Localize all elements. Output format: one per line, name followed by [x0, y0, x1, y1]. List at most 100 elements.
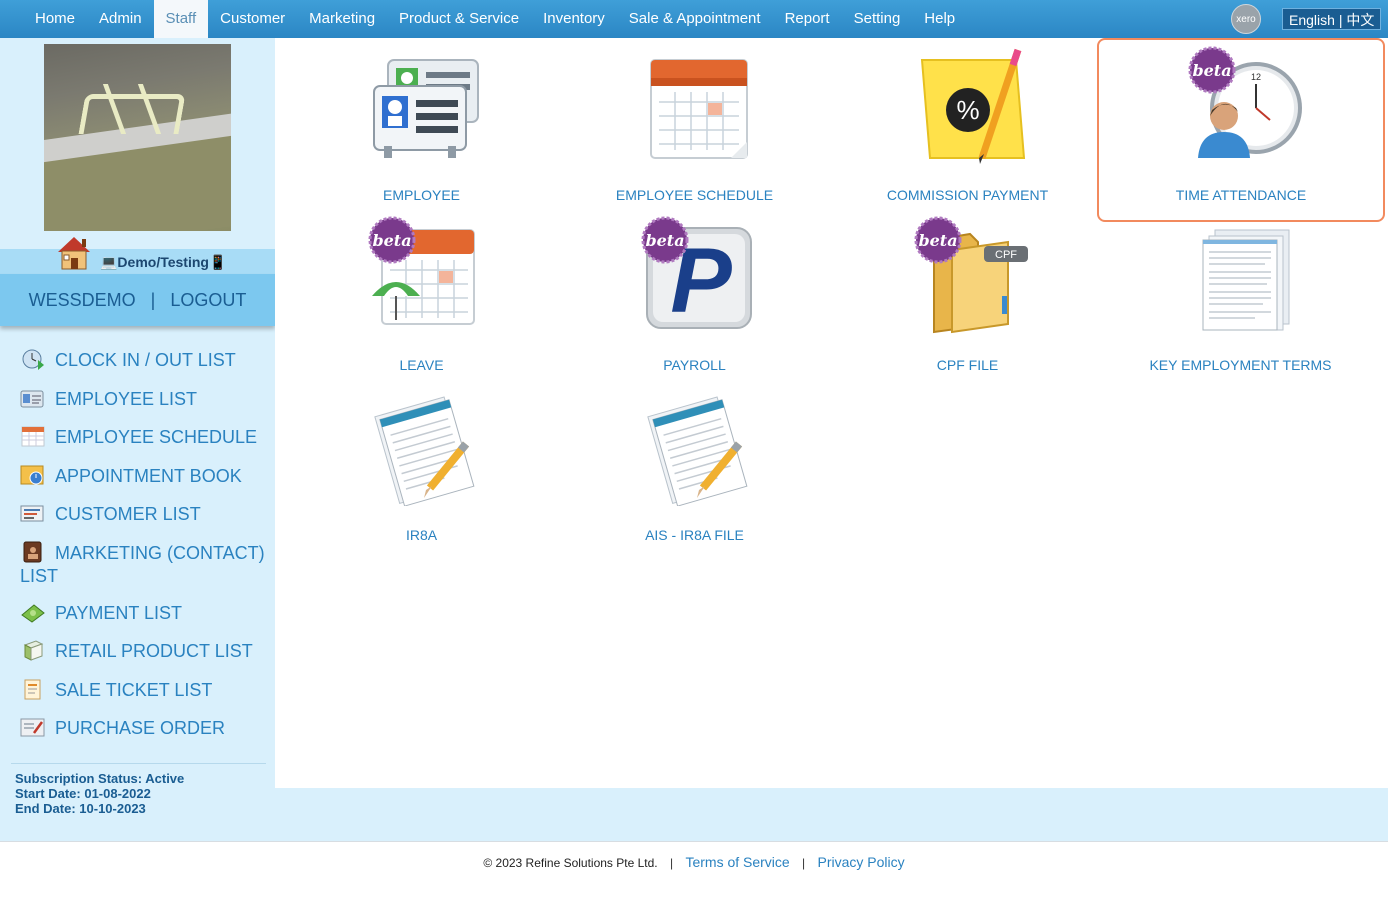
xero-icon[interactable]: xero	[1231, 4, 1261, 34]
tile-label: AIS - IR8A FILE	[645, 527, 744, 543]
clock-number: 12	[1251, 72, 1261, 82]
side-item-customer-list[interactable]: CUSTOMER LIST	[20, 502, 270, 526]
tile-cpf-file[interactable]: CPF beta CPF FILE	[831, 208, 1104, 378]
username-link[interactable]: WESSDEMO	[29, 290, 136, 310]
staff-side-menu: CLOCK IN / OUT LIST EMPLOYEE LIST EMPLOY…	[20, 348, 270, 755]
clock-in-icon	[22, 349, 44, 370]
appointment-book-icon	[20, 465, 44, 484]
payroll-p-icon: P beta	[641, 216, 752, 332]
money-icon	[21, 603, 45, 623]
tile-commission-payment[interactable]: % COMMISSION PAYMENT	[831, 38, 1104, 208]
cpf-glyph: CPF	[995, 249, 1017, 261]
terms-of-service-link[interactable]: Terms of Service	[685, 854, 789, 870]
side-item-label: EMPLOYEE SCHEDULE	[55, 427, 258, 447]
tile-leave[interactable]: beta LEAVE	[285, 208, 558, 378]
subscription-info: Subscription Status: Active Start Date: …	[15, 771, 184, 816]
beta-badge: beta	[372, 231, 411, 250]
document-stack-icon	[1202, 229, 1290, 331]
side-item-sale-ticket-list[interactable]: SALE TICKET LIST	[20, 678, 270, 702]
lang-separator: |	[1338, 12, 1343, 28]
tile-time-attendance[interactable]: 12 beta TIME ATTENDANCE	[1097, 38, 1385, 222]
tile-ais-ir8a-file[interactable]: AIS - IR8A FILE	[558, 378, 831, 548]
top-navigation: Home Admin Staff Customer Marketing Prod…	[0, 0, 1388, 38]
tile-employee-schedule[interactable]: EMPLOYEE SCHEDULE	[558, 38, 831, 208]
tile-employee[interactable]: EMPLOYEE	[285, 38, 558, 208]
side-item-label: CUSTOMER LIST	[55, 504, 201, 524]
nav-marketing[interactable]: Marketing	[297, 0, 387, 38]
nav-sale-appointment[interactable]: Sale & Appointment	[617, 0, 773, 38]
product-box-icon	[23, 640, 44, 661]
lang-chinese[interactable]: 中文	[1346, 12, 1374, 28]
nav-product-service[interactable]: Product & Service	[387, 0, 531, 38]
tile-label: LEAVE	[399, 357, 444, 373]
tile-payroll[interactable]: P beta PAYROLL	[558, 208, 831, 378]
side-item-marketing-contact-list[interactable]: MARKETING (CONTACT) LIST	[20, 541, 270, 588]
subscription-end-date: End Date: 10-10-2023	[15, 801, 146, 816]
sale-ticket-icon	[24, 679, 41, 699]
subscription-divider	[11, 763, 266, 764]
tile-label: COMMISSION PAYMENT	[886, 187, 1049, 203]
subscription-start-date: Start Date: 01-08-2022	[15, 786, 151, 801]
schedule-calendar-icon	[650, 59, 748, 159]
side-item-clock-in-out-list[interactable]: CLOCK IN / OUT LIST	[20, 348, 270, 372]
purchase-order-icon	[20, 718, 45, 737]
staff-modules-grid: EMPLOYEE EMPLOYEE SCHEDULE % COMMISSION …	[275, 38, 1388, 788]
tile-ir8a[interactable]: IR8A	[285, 378, 558, 548]
privacy-policy-link[interactable]: Privacy Policy	[818, 854, 905, 870]
side-item-employee-list[interactable]: EMPLOYEE LIST	[20, 387, 270, 411]
employee-card-icon	[20, 390, 44, 407]
percent-glyph: %	[956, 95, 979, 125]
side-item-label: EMPLOYEE LIST	[55, 388, 198, 409]
side-item-label: PAYMENT LIST	[55, 602, 183, 623]
logout-link[interactable]: LOGOUT	[170, 290, 246, 310]
contact-book-icon	[23, 541, 42, 562]
calendar-icon	[21, 426, 45, 447]
cpf-folder-icon: CPF beta	[914, 216, 1028, 334]
language-switcher: English | 中文	[1282, 8, 1382, 30]
customer-list-icon	[20, 505, 44, 522]
nav-staff[interactable]: Staff	[153, 0, 209, 38]
tile-label: TIME ATTENDANCE	[1175, 187, 1307, 203]
footer: © 2023 Refine Solutions Pte Ltd. | Terms…	[0, 841, 1388, 902]
content-bottom-band	[275, 788, 1388, 841]
time-attendance-clock-icon: 12 beta	[1188, 46, 1302, 158]
user-bar: WESSDEMO | LOGOUT	[0, 274, 275, 326]
side-item-label: SALE TICKET LIST	[55, 679, 213, 700]
side-item-retail-product-list[interactable]: RETAIL PRODUCT LIST	[20, 639, 270, 663]
nav-inventory[interactable]: Inventory	[531, 0, 617, 38]
tile-label: CPF FILE	[936, 357, 999, 373]
tile-label: PAYROLL	[663, 357, 726, 373]
footer-separator: |	[669, 856, 674, 870]
ais-document-pencil-icon	[647, 396, 748, 506]
main-menu: Home Admin Staff Customer Marketing Prod…	[0, 0, 967, 38]
leave-calendar-umbrella-icon: beta	[368, 216, 475, 325]
side-item-appointment-book[interactable]: APPOINTMENT BOOK	[20, 464, 270, 488]
side-item-employee-schedule[interactable]: EMPLOYEE SCHEDULE	[20, 425, 270, 449]
side-item-purchase-order[interactable]: PURCHASE ORDER	[20, 716, 270, 740]
footer-separator: |	[802, 856, 806, 870]
user-separator: |	[150, 290, 156, 310]
copyright: © 2023 Refine Solutions Pte Ltd.	[483, 856, 658, 870]
side-item-label: PURCHASE ORDER	[55, 718, 226, 738]
beta-badge: beta	[645, 231, 684, 250]
nav-report[interactable]: Report	[773, 0, 842, 38]
tile-label: EMPLOYEE	[382, 187, 461, 203]
side-item-label: CLOCK IN / OUT LIST	[55, 350, 236, 370]
nav-home[interactable]: Home	[23, 0, 87, 38]
nav-admin[interactable]: Admin	[87, 0, 154, 38]
sidebar: 💻Demo/Testing📱 WESSDEMO | LOGOUT CLOCK I…	[0, 38, 275, 841]
nav-setting[interactable]: Setting	[842, 0, 913, 38]
tile-label: KEY EMPLOYMENT TERMS	[1149, 357, 1332, 373]
nav-customer[interactable]: Customer	[208, 0, 297, 38]
nav-help[interactable]: Help	[912, 0, 967, 38]
tile-key-employment-terms[interactable]: KEY EMPLOYMENT TERMS	[1104, 208, 1377, 378]
tile-label: IR8A	[405, 527, 438, 543]
house-icon	[58, 237, 90, 270]
beta-badge: beta	[918, 231, 957, 250]
side-item-payment-list[interactable]: PAYMENT LIST	[20, 601, 270, 625]
ir8a-document-pencil-icon	[374, 396, 475, 506]
commission-note-icon: %	[920, 48, 1026, 164]
side-item-label: RETAIL PRODUCT LIST	[55, 641, 253, 661]
shop-name: 💻Demo/Testing📱	[100, 254, 227, 270]
lang-english[interactable]: English	[1289, 12, 1335, 28]
